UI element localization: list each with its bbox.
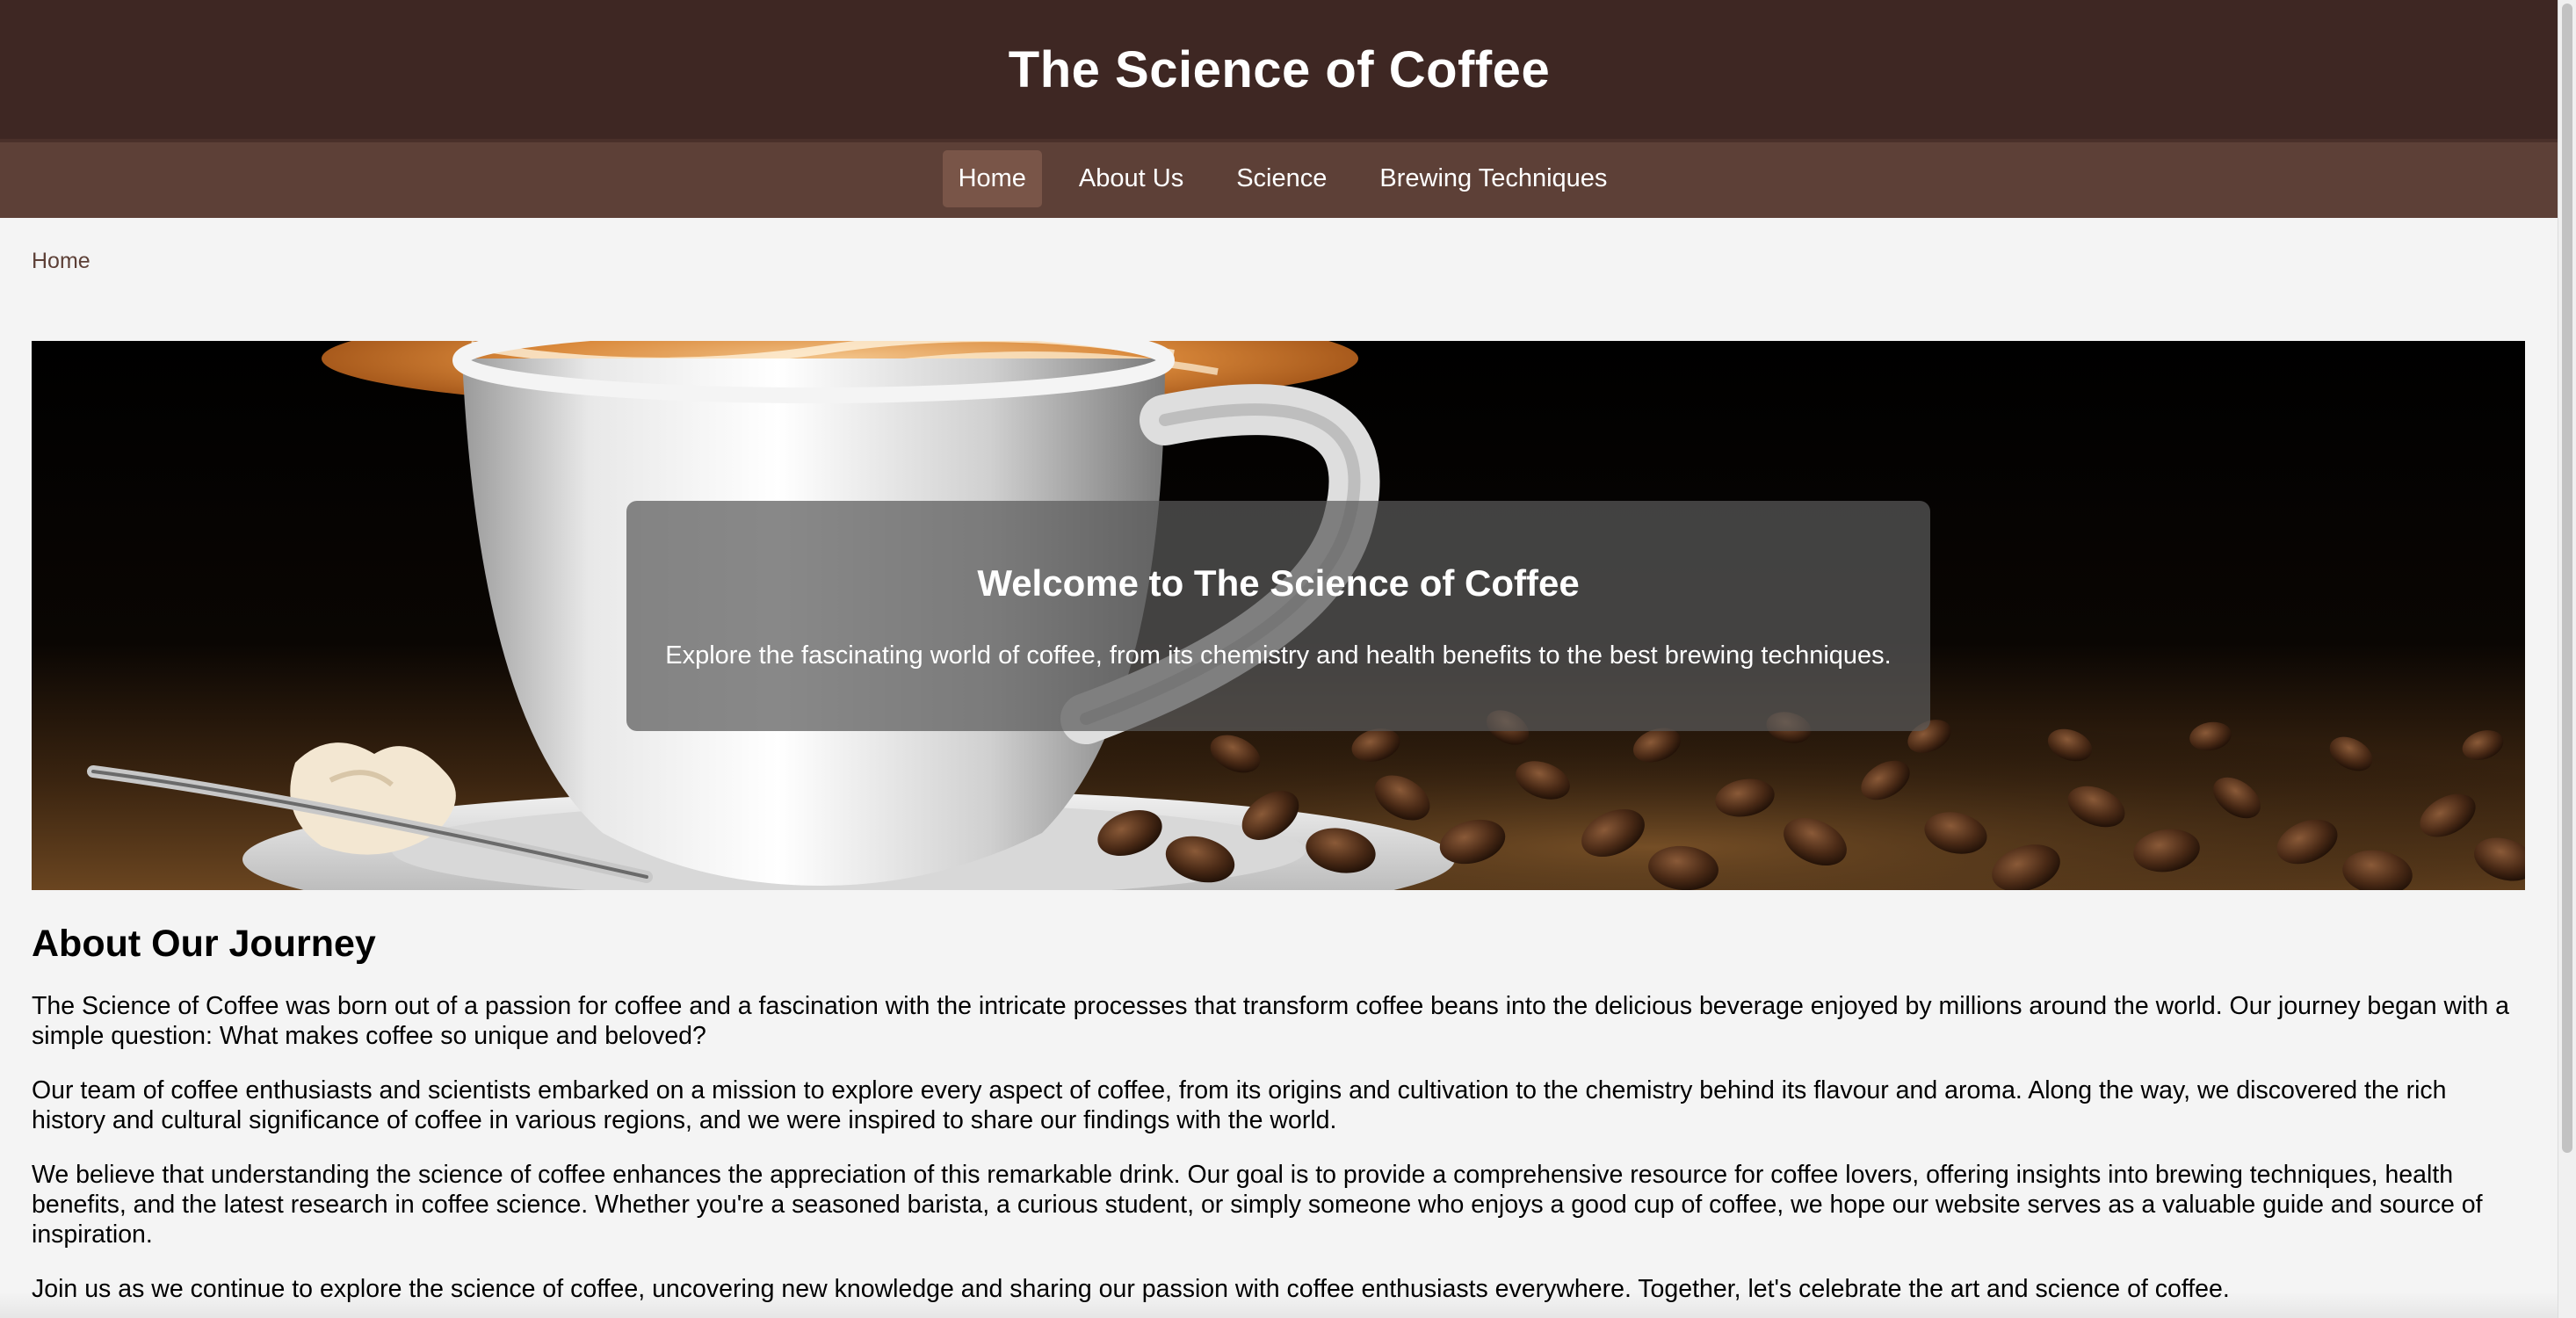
hero-overlay: Welcome to The Science of Coffee Explore…	[626, 501, 1930, 731]
about-paragraph: We believe that understanding the scienc…	[32, 1161, 2483, 1249]
breadcrumb: Home	[32, 249, 90, 274]
hero-banner: Welcome to The Science of Coffee Explore…	[32, 341, 2525, 890]
hero-text: Explore the fascinating world of coffee,…	[665, 641, 1892, 670]
nav-about-us-link[interactable]: About Us	[1063, 150, 1199, 207]
hero-heading: Welcome to The Science of Coffee	[977, 562, 1580, 604]
nav-home-link[interactable]: Home	[942, 149, 1042, 207]
site-title: The Science of Coffee	[1008, 40, 1551, 98]
site-header: The Science of Coffee	[0, 0, 2558, 139]
breadcrumb-home-link[interactable]: Home	[32, 249, 90, 273]
main-nav: Home About Us Science Brewing Techniques	[0, 139, 2558, 218]
nav-brewing-techniques-link[interactable]: Brewing Techniques	[1364, 150, 1623, 207]
about-paragraph: The Science of Coffee was born out of a …	[32, 992, 2509, 1050]
nav-science-link[interactable]: Science	[1220, 150, 1342, 207]
about-section: About Our Journey The Science of Coffee …	[32, 917, 2525, 1318]
scrollbar-thumb[interactable]	[2562, 4, 2572, 1153]
page: The Science of Coffee Home About Us Scie…	[0, 0, 2576, 1318]
vertical-scrollbar[interactable]	[2558, 0, 2576, 1318]
about-paragraph: Join us as we continue to explore the sc…	[32, 1275, 2230, 1303]
about-paragraph: Our team of coffee enthusiasts and scien…	[32, 1076, 2447, 1134]
about-heading: About Our Journey	[32, 923, 376, 965]
nav-list: Home About Us Science Brewing Techniques	[942, 149, 1624, 207]
